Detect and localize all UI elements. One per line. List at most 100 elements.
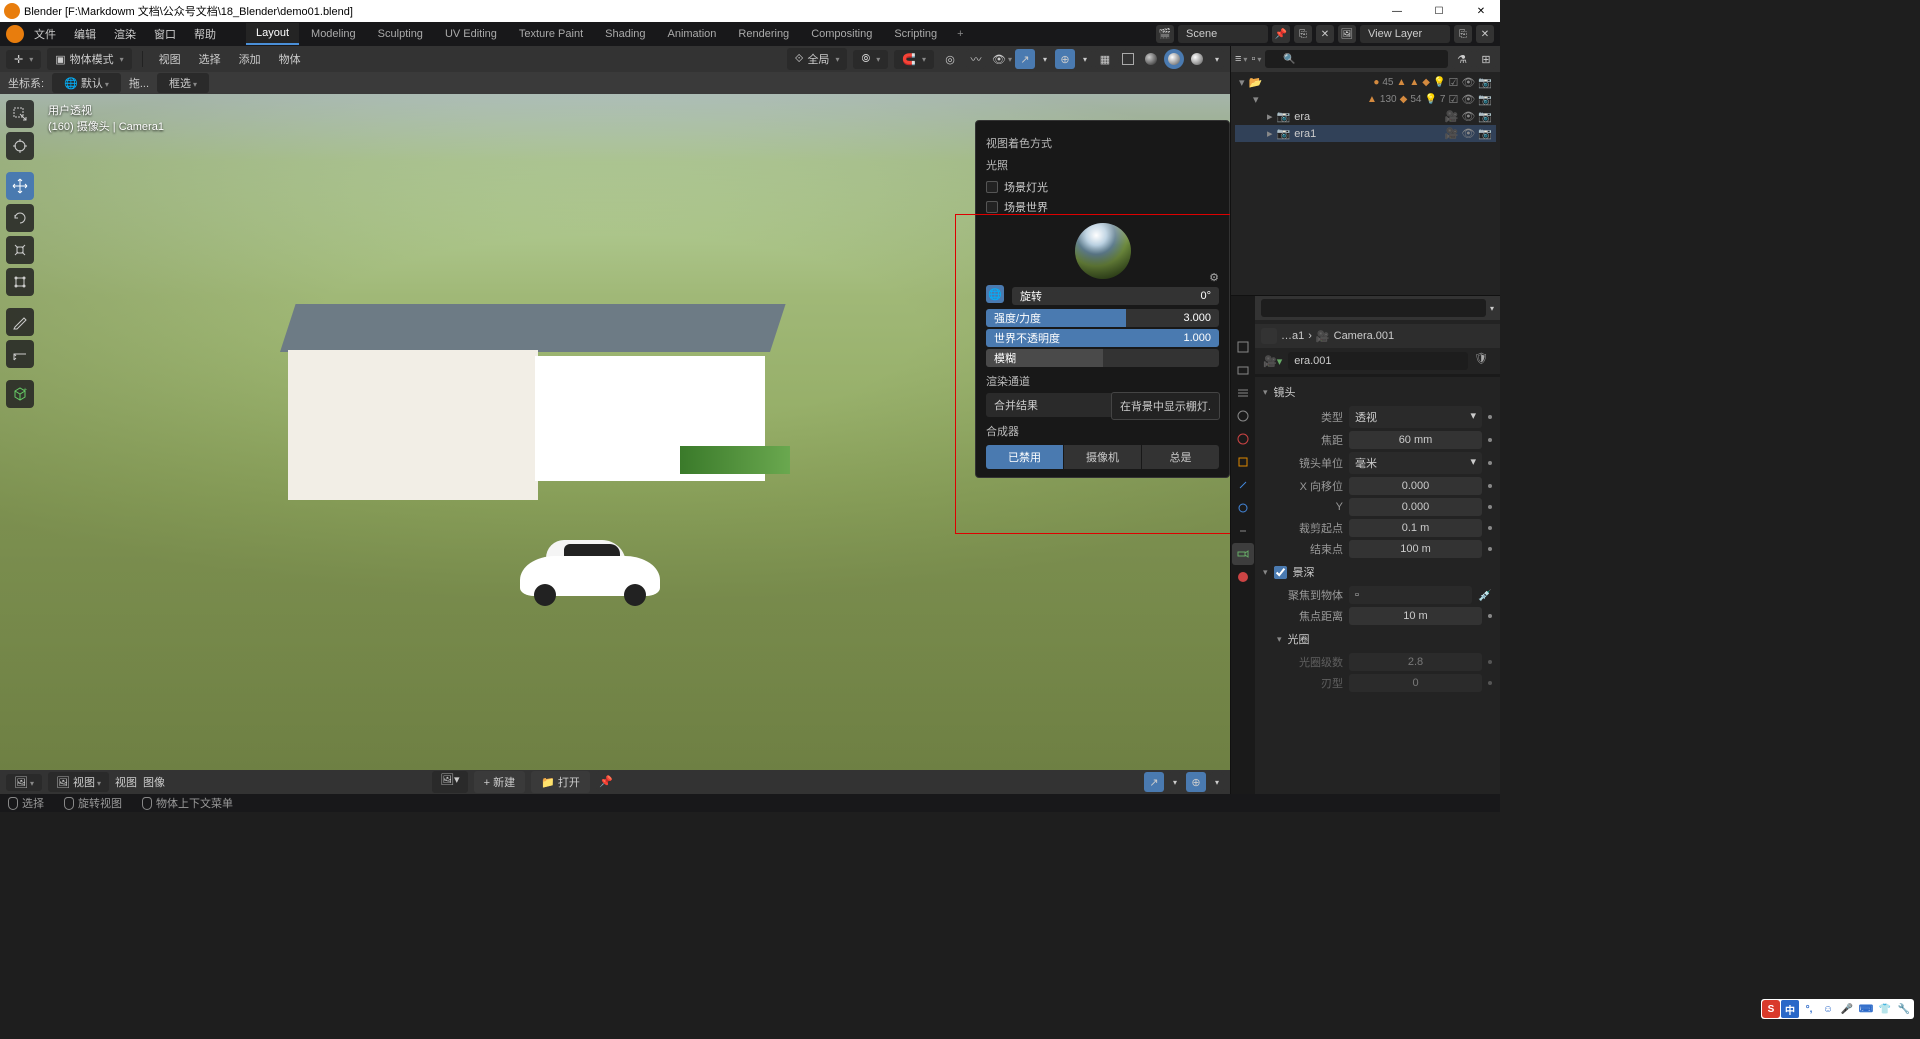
image-mode-dropdown[interactable]: 🖼 视图 (48, 772, 109, 792)
dyn-topo-button[interactable]: 〰 (966, 49, 986, 69)
ime-toolbar[interactable]: S 中 °, ☺ 🎤 ⌨ 👕 🔧 (1761, 999, 1914, 1019)
fstop-input[interactable]: 2.8 (1349, 653, 1482, 671)
delete-scene-icon[interactable]: ✕ (1316, 25, 1334, 43)
image-pin-icon[interactable]: 📌 (596, 771, 616, 791)
shading-material[interactable] (1164, 49, 1184, 69)
minimize-button[interactable]: — (1382, 6, 1412, 17)
fake-user-icon[interactable]: 🛡 (1474, 352, 1492, 370)
tool-transform[interactable] (6, 268, 34, 296)
lens-unit-dropdown[interactable]: 毫米▾ (1349, 452, 1482, 474)
tool-measure[interactable] (6, 340, 34, 368)
outliner-new-collection[interactable]: ⊞ (1476, 49, 1496, 69)
ptab-output[interactable] (1232, 359, 1254, 381)
workspace-texture[interactable]: Texture Paint (509, 24, 593, 44)
shading-wireframe[interactable] (1118, 49, 1138, 69)
orientation-dropdown[interactable]: ⟐ 全局 (787, 48, 848, 70)
scene-name-field[interactable]: Scene (1178, 25, 1268, 43)
workspace-compositing[interactable]: Compositing (801, 24, 882, 44)
maximize-button[interactable]: ☐ (1424, 6, 1454, 17)
lens-type-dropdown[interactable]: 透视▾ (1349, 406, 1482, 428)
outliner-item-era[interactable]: ▸📷era 🎥👁📷 (1235, 108, 1496, 125)
outliner-filter-button[interactable]: ⚗ (1452, 49, 1472, 69)
workspace-rendering[interactable]: Rendering (728, 24, 799, 44)
image-editor-type[interactable]: 🖼 (6, 774, 42, 791)
pin-icon[interactable]: 📌 (1272, 25, 1290, 43)
overlay-toggle[interactable]: ⊕ (1055, 49, 1075, 69)
tool-select-box[interactable] (6, 100, 34, 128)
shift-y-input[interactable]: 0.000 (1349, 498, 1482, 516)
snap-dropdown[interactable]: 🧲 (894, 50, 934, 69)
viewlayer-name-field[interactable]: View Layer (1360, 25, 1450, 43)
menu-window[interactable]: 窗口 (146, 23, 184, 45)
scene-browse-icon[interactable]: 🎬 (1156, 25, 1174, 43)
scene-lights-checkbox[interactable]: 场景灯光 (986, 177, 1219, 197)
blur-slider[interactable]: 模糊 (986, 349, 1219, 367)
outliner-scene-collection-row[interactable]: ▾📂 ●45 ▲▲ ◆💡 ☑👁📷 (1235, 74, 1496, 91)
shading-options-dropdown[interactable]: ▾ (1210, 49, 1224, 69)
outliner-item-era1[interactable]: ▸📷era1 🎥👁📷 (1235, 125, 1496, 142)
dof-panel-header[interactable]: ▾ 景深 (1263, 561, 1492, 583)
blades-input[interactable]: 0 (1349, 674, 1482, 692)
viewlayer-browse-icon[interactable]: 🖼 (1338, 25, 1356, 43)
eyedropper-icon[interactable]: 💉 (1478, 589, 1492, 602)
image-menu-view[interactable]: 视图 (115, 774, 137, 790)
new-scene-icon[interactable]: ⎘ (1294, 25, 1312, 43)
image-overlay-toggle[interactable]: ⊕ (1186, 772, 1206, 792)
new-viewlayer-icon[interactable]: ⎘ (1454, 25, 1472, 43)
focal-length-input[interactable]: 60 mm (1349, 431, 1482, 449)
proportional-edit-button[interactable]: ◎ (940, 49, 960, 69)
outliner-stats-row[interactable]: ▾ ▲130 ◆54 💡7 ☑👁📷 (1235, 91, 1496, 108)
menu-render[interactable]: 渲染 (106, 23, 144, 45)
dof-enable-checkbox[interactable] (1274, 566, 1287, 579)
gizmo-dropdown[interactable]: ▾ (1038, 49, 1052, 69)
workspace-modeling[interactable]: Modeling (301, 24, 366, 44)
ptab-modifier[interactable] (1232, 474, 1254, 496)
image-menu-image[interactable]: 图像 (143, 774, 165, 790)
outliner-view-dropdown[interactable]: ▫ (1251, 53, 1261, 65)
world-opacity-slider[interactable]: 世界不透明度 1.000 (986, 329, 1219, 347)
3d-viewport[interactable]: 用户透视 (160) 摄像头 | Camera1 + (0, 94, 1230, 770)
hdri-preview-sphere[interactable] (1075, 223, 1131, 279)
tool-annotate[interactable] (6, 308, 34, 336)
ptab-world[interactable] (1232, 428, 1254, 450)
outliner-display-mode[interactable]: ≡ (1235, 53, 1247, 65)
ptab-object[interactable] (1232, 451, 1254, 473)
aperture-panel-header[interactable]: ▾光圈 (1263, 628, 1492, 650)
xray-toggle[interactable]: ▦ (1095, 49, 1115, 69)
focus-distance-input[interactable]: 10 m (1349, 607, 1482, 625)
ptab-material[interactable] (1232, 566, 1254, 588)
tool-rotate[interactable] (6, 204, 34, 232)
crumb-object[interactable]: …a1 (1281, 330, 1304, 342)
compositor-always-button[interactable]: 总是 (1142, 445, 1219, 469)
image-overlay-dd[interactable]: ▾ (1210, 772, 1224, 792)
workspace-shading[interactable]: Shading (595, 24, 655, 44)
outliner-search-input[interactable]: 🔍 (1265, 50, 1448, 68)
viewport-menu-select[interactable]: 选择 (193, 48, 227, 70)
tool-add-cube[interactable]: + (6, 380, 34, 408)
clip-end-input[interactable]: 100 m (1349, 540, 1482, 558)
scene-world-checkbox[interactable]: 场景世界 (986, 197, 1219, 217)
lens-panel-header[interactable]: ▾镜头 (1263, 381, 1492, 403)
ptab-viewlayer[interactable] (1232, 382, 1254, 404)
viewport-menu-object[interactable]: 物体 (273, 48, 307, 70)
rotation-slider[interactable]: 旋转 0° (1012, 287, 1219, 305)
shading-rendered[interactable] (1187, 49, 1207, 69)
orient-sys-dropdown[interactable]: 🌐 默认 (52, 73, 121, 93)
tool-move[interactable] (6, 172, 34, 200)
image-new-button[interactable]: + 新建 (474, 771, 526, 793)
image-browse-dropdown[interactable]: 🖼▾ (432, 771, 468, 793)
pivot-dropdown[interactable]: ⦾ (853, 50, 888, 69)
clip-start-input[interactable]: 0.1 m (1349, 519, 1482, 537)
hdri-settings-icon[interactable]: ⚙ (1209, 271, 1219, 284)
strength-slider[interactable]: 强度/力度 3.000 (986, 309, 1219, 327)
select-mode-dropdown[interactable]: 框选 (157, 73, 209, 93)
editor-type-dropdown[interactable]: ✛ (6, 50, 41, 69)
shift-x-input[interactable]: 0.000 (1349, 477, 1482, 495)
delete-viewlayer-icon[interactable]: ✕ (1476, 25, 1494, 43)
focus-object-picker[interactable]: ▫ (1349, 586, 1472, 604)
ptab-scene[interactable] (1232, 405, 1254, 427)
ptab-data-camera[interactable] (1232, 543, 1254, 565)
ptab-constraint[interactable] (1232, 520, 1254, 542)
image-gizmo-dd[interactable]: ▾ (1168, 772, 1182, 792)
gizmo-toggle[interactable]: ↗ (1015, 49, 1035, 69)
